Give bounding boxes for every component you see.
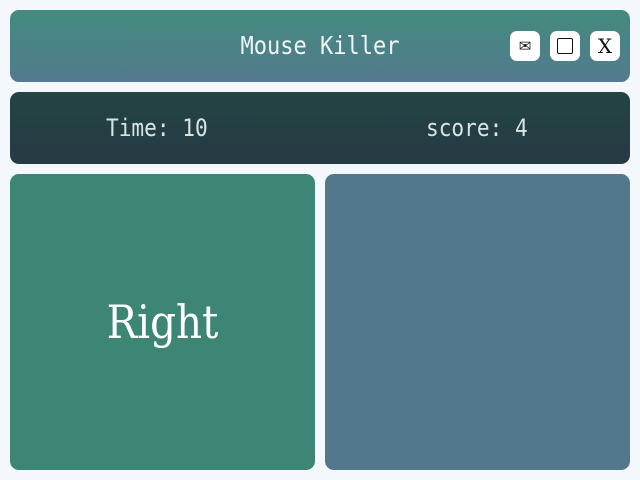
time-label: Time: [106,114,170,142]
title-bar: Mouse Killer ✉ X [10,10,630,82]
instruction-label: Right [106,295,219,349]
time-value: 10 [182,114,208,142]
time-display: Time: 10 [106,92,208,164]
square-icon [557,38,573,54]
right-target-pane[interactable] [325,174,630,470]
close-button[interactable]: X [590,31,620,61]
score-value: 4 [515,114,528,142]
left-target-pane[interactable]: Right [10,174,315,470]
right-pane-label [343,174,611,470]
score-label: score: [426,114,503,142]
status-bar: Time: 10 score: 4 [10,92,630,164]
close-icon: X [597,34,613,58]
envelope-icon: ✉ [518,37,532,55]
mail-button[interactable]: ✉ [510,31,540,61]
maximize-button[interactable] [550,31,580,61]
score-display: score: 4 [426,92,528,164]
